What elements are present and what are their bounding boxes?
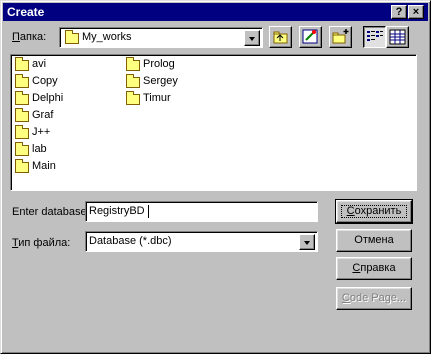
details-view-button[interactable] <box>386 26 409 48</box>
folder-icon <box>15 125 29 139</box>
up-one-level-button[interactable] <box>269 26 292 48</box>
open-database-button[interactable] <box>299 26 322 48</box>
folder-name: Timur <box>143 92 171 104</box>
file-list[interactable]: avi Copy Delphi Graf J++ lab Main Prolog Sergey… <box>10 54 417 191</box>
close-button[interactable]: × <box>408 5 424 19</box>
folder-name: Sergey <box>143 75 178 87</box>
cancel-button[interactable]: Отмена <box>336 229 412 252</box>
folder-icon <box>15 108 29 122</box>
folder-name: Graf <box>32 109 54 121</box>
file-type-combo[interactable]: Database (*.dbc) <box>85 231 318 252</box>
folder-name: Copy <box>32 75 58 87</box>
create-new-folder-icon <box>332 29 349 44</box>
up-one-level-icon <box>273 31 288 44</box>
help-button[interactable]: Справка <box>336 257 412 280</box>
location-combo[interactable]: My_works <box>59 27 263 48</box>
folder-icon <box>15 74 29 88</box>
location-label: Папка: <box>12 31 47 43</box>
help-title-button[interactable]: ? <box>391 5 407 19</box>
location-dropdown-button[interactable] <box>244 30 260 46</box>
file-type-label: Тип файла: <box>12 237 71 249</box>
folder-name: Main <box>32 160 56 172</box>
folder-icon <box>126 74 140 88</box>
folder-name: Delphi <box>32 92 64 104</box>
database-name-input[interactable]: RegistryBD <box>85 201 318 222</box>
list-view-icon <box>367 31 383 41</box>
create-dialog: Create ? × Папка: My_works avi Copy Delp… <box>0 0 431 354</box>
folder-icon <box>15 142 29 156</box>
list-view-button[interactable] <box>363 26 386 48</box>
folder-icon <box>15 91 29 105</box>
text-caret <box>148 205 149 218</box>
folder-name: J++ <box>32 126 51 138</box>
file-type-dropdown-button[interactable] <box>299 234 315 250</box>
window-title: Create <box>7 5 45 19</box>
location-value: My_works <box>82 31 132 43</box>
file-type-value: Database (*.dbc) <box>89 235 172 247</box>
details-view-icon <box>389 29 406 45</box>
folder-icon <box>65 30 79 44</box>
folder-name: lab <box>32 143 47 155</box>
title-bar[interactable]: Create ? × <box>3 3 428 21</box>
create-new-folder-button[interactable] <box>329 26 352 48</box>
folder-name: Prolog <box>143 58 175 70</box>
chevron-down-icon <box>304 241 310 245</box>
code-page-button: Code Page... <box>336 287 412 310</box>
chevron-down-icon <box>249 37 255 41</box>
database-name-value: RegistryBD <box>89 205 145 217</box>
name-field-label: Enter database <box>12 206 87 218</box>
folder-name: avi <box>32 58 47 70</box>
open-database-icon <box>302 29 318 44</box>
folder-icon <box>15 57 29 71</box>
folder-icon <box>15 159 29 173</box>
folder-icon <box>126 91 140 105</box>
folder-icon <box>126 57 140 71</box>
save-button[interactable]: Сохранить <box>335 199 413 224</box>
